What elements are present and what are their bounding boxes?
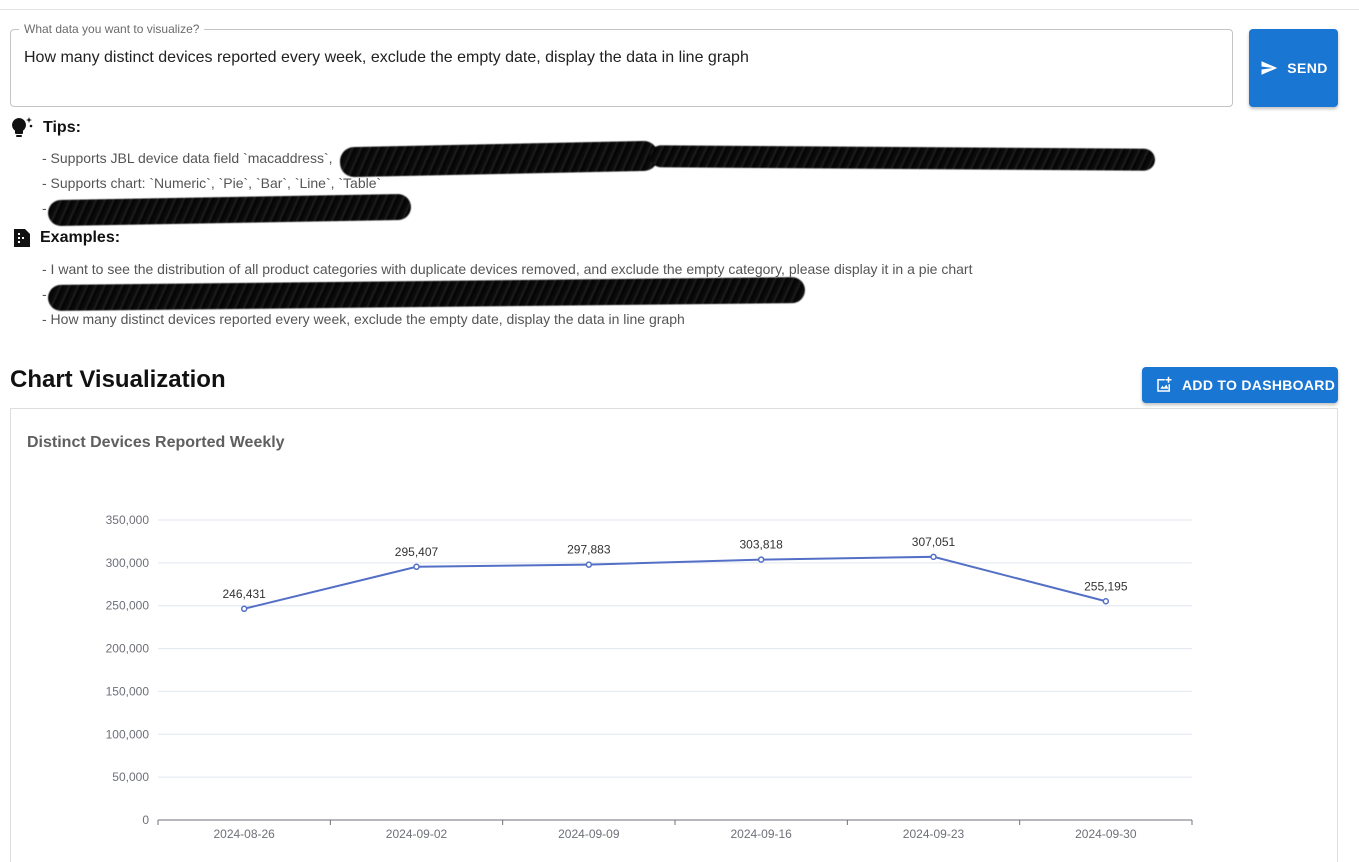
query-input-label: What data you want to visualize? bbox=[19, 22, 205, 37]
data-point bbox=[413, 563, 420, 571]
data-label: 246,431 bbox=[222, 587, 266, 601]
add-photo-icon bbox=[1157, 376, 1172, 392]
top-divider bbox=[0, 9, 1359, 10]
y-tick-label: 300,000 bbox=[106, 556, 150, 570]
tips-header: Tips: bbox=[10, 116, 81, 140]
redaction-mark bbox=[47, 277, 806, 311]
data-label: 303,818 bbox=[739, 538, 783, 552]
example-item: - bbox=[42, 286, 47, 302]
redaction-mark bbox=[649, 145, 1156, 171]
redaction-mark bbox=[339, 140, 659, 178]
data-label: 295,407 bbox=[395, 545, 439, 559]
data-point bbox=[1102, 598, 1110, 605]
add-to-dashboard-label: ADD TO DASHBOARD bbox=[1182, 377, 1336, 393]
y-tick-label: 350,000 bbox=[106, 513, 150, 527]
tip-item: - Supports chart: `Numeric`, `Pie`, `Bar… bbox=[42, 175, 382, 191]
y-tick-label: 250,000 bbox=[106, 599, 150, 613]
data-point bbox=[585, 561, 593, 568]
add-to-dashboard-button[interactable]: ADD TO DASHBOARD bbox=[1142, 367, 1338, 403]
data-label: 307,051 bbox=[912, 535, 956, 549]
data-point bbox=[930, 553, 937, 561]
data-label: 297,883 bbox=[567, 543, 611, 557]
tip-item: - Supports JBL device data field `macadd… bbox=[42, 150, 333, 166]
x-tick-label: 2024-09-09 bbox=[558, 827, 620, 841]
data-point bbox=[757, 556, 765, 563]
chart-card: Distinct Devices Reported Weekly 0 50,000… bbox=[10, 408, 1338, 862]
chart-section-title: Chart Visualization bbox=[10, 366, 226, 393]
y-tick-label: 0 bbox=[142, 813, 149, 827]
data-label: 255,195 bbox=[1084, 579, 1128, 593]
send-button[interactable]: SEND bbox=[1249, 29, 1338, 107]
line-chart: 0 50,000 100,000 150,000 200,000 250,000 300,0… bbox=[106, 513, 1193, 841]
document-icon bbox=[14, 229, 30, 247]
y-tick-label: 150,000 bbox=[106, 684, 150, 698]
example-item: - How many distinct devices reported eve… bbox=[42, 311, 685, 327]
x-tick-label: 2024-09-23 bbox=[903, 827, 965, 841]
tips-title: Tips: bbox=[43, 119, 81, 136]
x-tick-label: 2024-09-16 bbox=[730, 827, 792, 841]
x-tick-label: 2024-08-26 bbox=[213, 827, 275, 841]
examples-title: Examples: bbox=[40, 229, 121, 246]
lightbulb-icon bbox=[12, 117, 33, 137]
redaction-mark bbox=[47, 193, 412, 227]
y-tick-label: 50,000 bbox=[112, 770, 149, 784]
y-tick-label: 200,000 bbox=[106, 642, 150, 656]
tip-item: - bbox=[42, 200, 47, 216]
x-tick-label: 2024-09-02 bbox=[386, 827, 448, 841]
data-point bbox=[240, 605, 248, 613]
examples-header: Examples: bbox=[12, 228, 120, 248]
send-icon bbox=[1261, 61, 1278, 75]
y-tick-label: 100,000 bbox=[106, 727, 150, 741]
query-input-value[interactable]: How many distinct devices reported every… bbox=[24, 48, 749, 68]
send-button-label: SEND bbox=[1287, 60, 1328, 76]
query-input-field[interactable]: What data you want to visualize? How man… bbox=[10, 22, 1233, 107]
series-line bbox=[243, 555, 1107, 610]
example-item: - I want to see the distribution of all … bbox=[42, 261, 973, 277]
x-tick-label: 2024-09-30 bbox=[1075, 827, 1137, 841]
